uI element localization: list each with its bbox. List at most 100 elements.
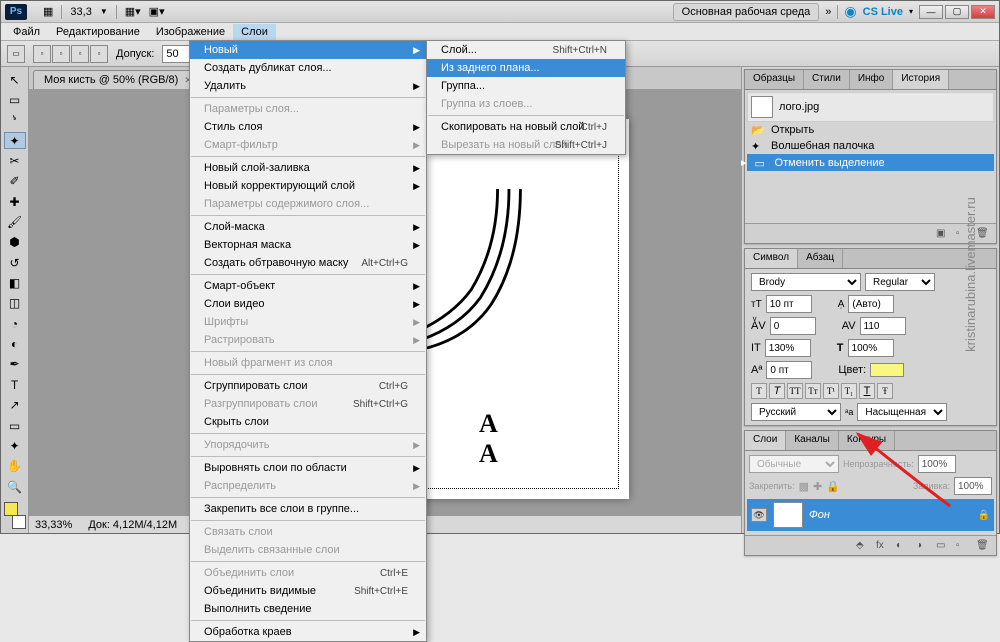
background-swatch[interactable] <box>12 515 26 529</box>
crop-tool[interactable]: ✂ <box>4 152 26 169</box>
lock-pixels-icon[interactable]: ▩ <box>799 480 809 493</box>
foreground-swatch[interactable] <box>4 502 18 516</box>
type-tool[interactable]: T <box>4 376 26 393</box>
smallcaps-button[interactable]: Tᴛ <box>805 383 821 399</box>
menu-item[interactable]: Сгруппировать слоиCtrl+G <box>190 377 426 395</box>
tab-character[interactable]: Символ <box>745 249 798 268</box>
tool-preset-icon[interactable]: ▭ <box>7 45 25 63</box>
language-select[interactable]: Русский <box>751 403 841 421</box>
tab-paths[interactable]: Контуры <box>839 431 895 450</box>
tab-paragraph[interactable]: Абзац <box>798 249 843 268</box>
expand-icon[interactable]: » <box>825 6 831 18</box>
menu-file[interactable]: Файл <box>5 24 48 40</box>
fx-icon[interactable]: fx <box>876 540 890 552</box>
marquee-tool[interactable]: ▭ <box>4 91 26 108</box>
stamp-tool[interactable]: ⬢ <box>4 234 26 251</box>
path-tool[interactable]: ↗ <box>4 397 26 414</box>
history-snapshot[interactable]: лого.jpg <box>747 92 994 122</box>
trash-icon[interactable]: 🗑 <box>976 540 990 552</box>
workspace-switcher[interactable]: Основная рабочая среда <box>673 3 820 21</box>
menu-item[interactable]: Векторная маска▶ <box>190 236 426 254</box>
menu-item[interactable]: Группа... <box>427 77 625 95</box>
eraser-tool[interactable]: ◧ <box>4 274 26 291</box>
link-icon[interactable]: ⬘ <box>856 540 870 552</box>
kerning-input[interactable] <box>770 317 816 335</box>
menu-item[interactable]: Закрепить все слои в группе... <box>190 500 426 518</box>
menu-item[interactable]: Новый▶ <box>190 41 426 59</box>
italic-button[interactable]: T <box>769 383 785 399</box>
chevron-down-icon[interactable]: ▾ <box>909 7 913 16</box>
chevron-down-icon[interactable]: ▼ <box>100 7 108 16</box>
magic-wand-tool[interactable]: ✦ <box>4 132 26 149</box>
menu-item[interactable]: Слои видео▶ <box>190 295 426 313</box>
maximize-button[interactable]: ▢ <box>945 5 969 19</box>
lock-all-icon[interactable]: 🔒 <box>826 480 840 493</box>
vscale-input[interactable] <box>765 339 811 357</box>
history-step[interactable]: 📂Открыть <box>747 122 994 138</box>
gradient-tool[interactable]: ◫ <box>4 295 26 312</box>
intersect-selection-icon[interactable]: ▫ <box>90 45 108 63</box>
visibility-icon[interactable]: 👁 <box>751 508 767 522</box>
shape-tool[interactable]: ▭ <box>4 417 26 434</box>
menu-item[interactable]: Скрыть слои <box>190 413 426 431</box>
menu-item[interactable]: Создать дубликат слоя... <box>190 59 426 77</box>
underline-button[interactable]: T <box>859 383 875 399</box>
bold-button[interactable]: T <box>751 383 767 399</box>
leading-input[interactable] <box>848 295 894 313</box>
healing-tool[interactable]: ✚ <box>4 193 26 210</box>
pen-tool[interactable]: ✒ <box>4 356 26 373</box>
brush-tool[interactable]: 🖌 <box>4 213 26 230</box>
superscript-button[interactable]: T¹ <box>823 383 839 399</box>
paint-tool-icon[interactable]: ▦ <box>43 5 53 18</box>
menu-item[interactable]: Из заднего плана... <box>427 59 625 77</box>
menu-layers[interactable]: Слои <box>233 24 276 40</box>
eyedropper-tool[interactable]: ✐ <box>4 173 26 190</box>
zoom-level[interactable]: 33,3 <box>70 6 91 18</box>
status-zoom[interactable]: 33,33% <box>35 519 72 531</box>
tracking-input[interactable] <box>860 317 906 335</box>
hand-tool[interactable]: ✋ <box>4 458 26 475</box>
color-swatches[interactable] <box>4 502 26 529</box>
menu-item[interactable]: Стиль слоя▶ <box>190 118 426 136</box>
3d-tool[interactable]: ✦ <box>4 437 26 454</box>
tab-layers[interactable]: Слои <box>745 431 786 450</box>
trash-icon[interactable]: 🗑 <box>976 228 990 240</box>
menu-item[interactable]: Удалить▶ <box>190 77 426 95</box>
font-family-select[interactable]: Brody <box>751 273 861 291</box>
subscript-button[interactable]: T₁ <box>841 383 857 399</box>
tab-info[interactable]: Инфо <box>850 70 894 89</box>
tab-styles[interactable]: Стили <box>804 70 850 89</box>
tab-history[interactable]: История <box>893 70 949 89</box>
tab-channels[interactable]: Каналы <box>786 431 839 450</box>
move-tool[interactable]: ↖ <box>4 71 26 88</box>
dodge-tool[interactable]: ◐ <box>4 335 26 352</box>
menu-item[interactable]: Слой-маска▶ <box>190 218 426 236</box>
document-tab[interactable]: Моя кисть @ 50% (RGB/8)✕ <box>33 70 203 89</box>
menu-item[interactable]: Объединить видимыеShift+Ctrl+E <box>190 582 426 600</box>
strike-button[interactable]: Ŧ <box>877 383 893 399</box>
adjustment-icon[interactable]: ◑ <box>916 540 930 552</box>
blur-tool[interactable]: ◔ <box>4 315 26 332</box>
lasso-tool[interactable]: ᔉ <box>4 112 26 129</box>
menu-item[interactable]: Новый корректирующий слой▶ <box>190 177 426 195</box>
baseline-input[interactable] <box>766 361 812 379</box>
view-icon[interactable]: ▦▾ <box>125 5 141 18</box>
menu-item[interactable]: Выполнить сведение <box>190 600 426 618</box>
menu-item[interactable]: Выровнять слои по области▶ <box>190 459 426 477</box>
folder-icon[interactable]: ▭ <box>936 540 950 552</box>
font-weight-select[interactable]: Regular <box>865 273 935 291</box>
layer-row[interactable]: 👁 Фон 🔒 <box>747 499 994 531</box>
menu-item[interactable]: Новый слой-заливка▶ <box>190 159 426 177</box>
history-step[interactable]: ✦Волшебная палочка <box>747 138 994 154</box>
mask-icon[interactable]: ◐ <box>896 540 910 552</box>
cslive-label[interactable]: CS Live <box>863 6 903 18</box>
menu-item[interactable]: Обработка краев▶ <box>190 623 426 641</box>
menu-item[interactable]: Слой...Shift+Ctrl+N <box>427 41 625 59</box>
screen-icon[interactable]: ▣▾ <box>149 5 165 18</box>
lock-position-icon[interactable]: ✚ <box>813 480 822 493</box>
tab-swatches[interactable]: Образцы <box>745 70 804 89</box>
menu-edit[interactable]: Редактирование <box>48 24 148 40</box>
menu-item[interactable]: Смарт-объект▶ <box>190 277 426 295</box>
menu-item[interactable]: Скопировать на новый слойCtrl+J <box>427 118 625 136</box>
minimize-button[interactable]: — <box>919 5 943 19</box>
